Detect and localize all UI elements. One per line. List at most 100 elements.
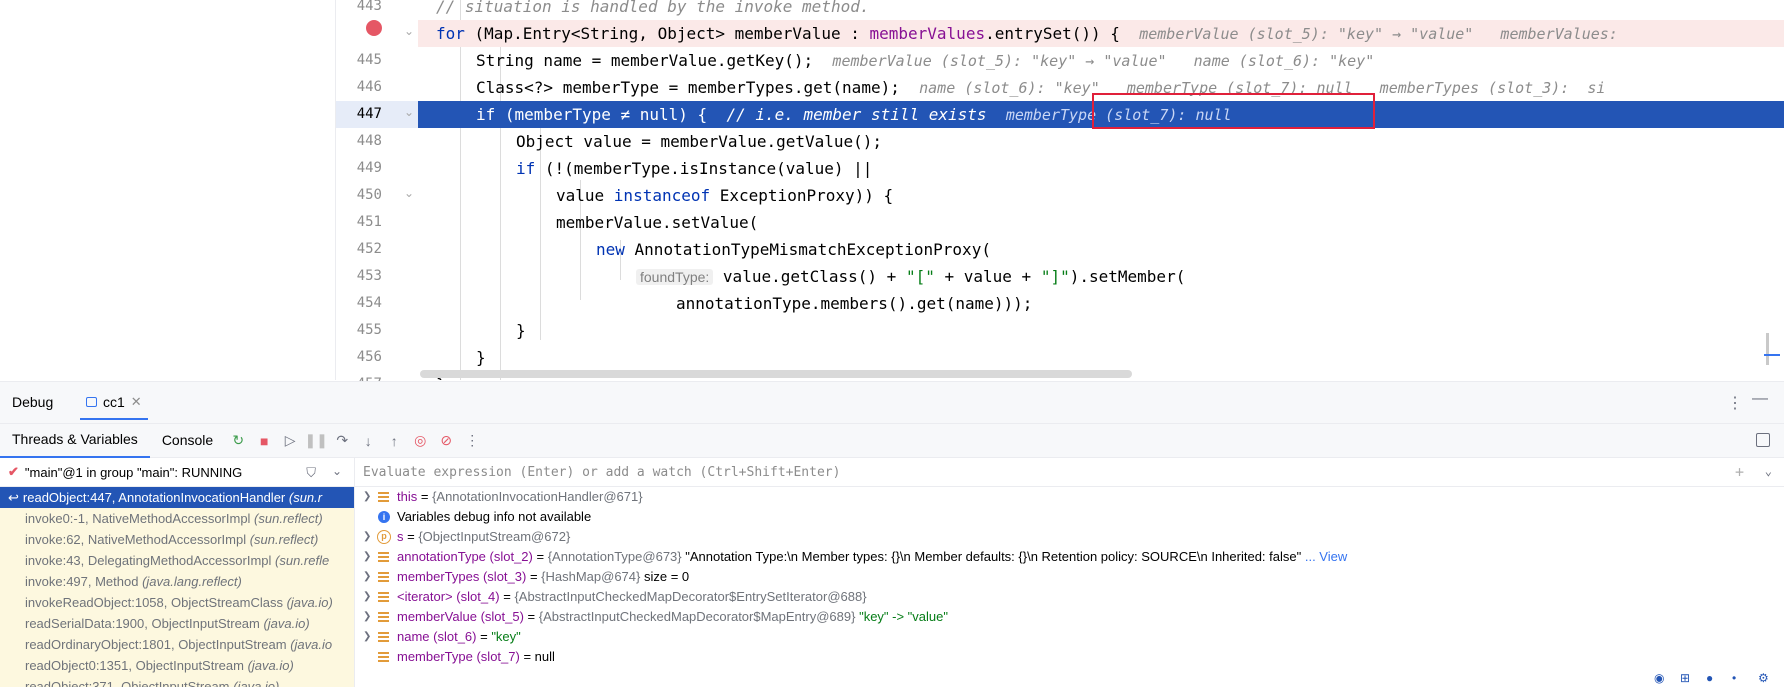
code-token: (Map.Entry<String, Object> memberValue :	[464, 24, 870, 43]
code-line[interactable]: }	[418, 317, 1784, 344]
debug-tool-window-header: Debug cc1 ✕ ⋮ —	[0, 381, 1784, 423]
frame-method: invoke:43, DelegatingMethodAccessorImpl	[25, 553, 276, 568]
expand-arrow-icon[interactable]: ❯	[363, 487, 371, 507]
stack-frame[interactable]: readOrdinaryObject:1801, ObjectInputStre…	[0, 634, 354, 655]
expand-arrow-icon[interactable]: ❯	[363, 627, 371, 647]
variable-name: memberTypes (slot_3)	[397, 569, 527, 584]
stack-frame[interactable]: invoke:497, Method (java.lang.reflect)	[0, 571, 354, 592]
fold-icon[interactable]: ⌄	[404, 105, 414, 119]
variable-row[interactable]: i Variables debug info not available	[355, 507, 1784, 527]
variable-name: name (slot_6)	[397, 629, 477, 644]
resume-icon[interactable]: ▷	[280, 431, 300, 451]
settings-icon[interactable]: ⚙	[1758, 671, 1774, 685]
code-line[interactable]: Object value = memberValue.getValue();	[418, 128, 1784, 155]
layout-settings-icon[interactable]	[1756, 433, 1770, 447]
close-icon[interactable]: ✕	[131, 394, 142, 410]
variable-name: annotationType (slot_2)	[397, 549, 533, 564]
grid-icon[interactable]: ⊞	[1680, 671, 1696, 685]
stack-frame[interactable]: readSerialData:1900, ObjectInputStream (…	[0, 613, 354, 634]
editor-vertical-scrollbar[interactable]	[1766, 333, 1769, 365]
variable-row[interactable]: ❯ name (slot_6) = "key"	[355, 627, 1784, 647]
code-token: Object value = memberValue.getValue();	[516, 132, 883, 151]
session-tab-label: cc1	[103, 394, 125, 410]
variable-row[interactable]: ❯ p s = {ObjectInputStream@672}	[355, 527, 1784, 547]
code-token: if	[476, 105, 496, 124]
step-over-icon[interactable]: ↷	[332, 431, 352, 451]
step-out-icon[interactable]: ↑	[384, 431, 404, 451]
code-token: }	[516, 321, 526, 340]
expand-arrow-icon[interactable]: ❯	[363, 567, 371, 587]
user-icon[interactable]: ●	[1706, 671, 1722, 685]
expand-arrow-icon[interactable]: ❯	[363, 587, 371, 607]
line-number	[336, 20, 382, 47]
variable-row[interactable]: ❯ this = {AnnotationInvocationHandler@671…	[355, 487, 1784, 507]
debug-title: Debug	[12, 394, 54, 410]
code-line[interactable]: // situation is handled by the invoke me…	[418, 0, 1784, 20]
code-line[interactable]: value instanceof ExceptionProxy)) {	[418, 182, 1784, 209]
stack-frame[interactable]: readObject0:1351, ObjectInputStream (jav…	[0, 655, 354, 676]
code-line[interactable]: String name = memberValue.getKey(); memb…	[418, 47, 1784, 74]
code-line[interactable]: annotationType.members().get(name)));	[418, 290, 1784, 317]
stop-icon[interactable]: ■	[254, 431, 274, 451]
code-comment: // situation is handled by the invoke me…	[436, 0, 870, 16]
chevron-down-icon[interactable]: ⌄	[332, 464, 342, 478]
variables-panel: Evaluate expression (Enter) or add a wat…	[355, 458, 1784, 687]
code-line[interactable]: new AnnotationTypeMismatchExceptionProxy…	[418, 236, 1784, 263]
view-breakpoints-icon[interactable]: ◎	[410, 431, 430, 451]
mute-breakpoints-icon[interactable]: ⊘	[436, 431, 456, 451]
variable-row[interactable]: ❯ memberValue (slot_5) = {AbstractInputCh…	[355, 607, 1784, 627]
rerun-icon[interactable]: ↻	[228, 431, 248, 451]
code-line[interactable]: for (Map.Entry<String, Object> memberVal…	[418, 20, 1784, 47]
code-token: value.getClass() +	[722, 267, 906, 286]
frame-method: readOrdinaryObject:1801, ObjectInputStre…	[25, 637, 291, 652]
stack-frame[interactable]: ↩ readObject:447, AnnotationInvocationHan…	[0, 487, 354, 508]
dot-icon[interactable]: •	[1732, 671, 1748, 685]
tab-console[interactable]: Console	[150, 423, 225, 458]
variable-row[interactable]: ❯ memberTypes (slot_3) = {HashMap@674} si…	[355, 567, 1784, 587]
variable-row[interactable]: memberType (slot_7) = null	[355, 647, 1784, 667]
stack-frame[interactable]: invoke:62, NativeMethodAccessorImpl (sun…	[0, 529, 354, 550]
stack-frame[interactable]: readObject:371, ObjectInputStream (java.…	[0, 676, 354, 687]
code-token: (!(memberType.isInstance(value) ||	[535, 159, 873, 178]
code-line[interactable]: }	[418, 344, 1784, 371]
minimize-icon[interactable]: —	[1752, 390, 1768, 408]
session-tab-cc1[interactable]: cc1 ✕	[80, 386, 148, 420]
expand-arrow-icon[interactable]: ❯	[363, 527, 371, 547]
code-line[interactable]: foundType: value.getClass() + "[" + valu…	[418, 263, 1784, 290]
code-token: ).setMember(	[1069, 267, 1186, 286]
view-link[interactable]: ... View	[1301, 549, 1347, 564]
code-token: value	[556, 186, 614, 205]
chevron-down-icon[interactable]: ⌄	[1765, 464, 1772, 478]
editor-horizontal-scrollbar[interactable]	[420, 370, 1132, 378]
stack-frame[interactable]: invokeReadObject:1058, ObjectStreamClass…	[0, 592, 354, 613]
more-actions-icon[interactable]: ⋮	[462, 431, 482, 451]
line-number: 449	[356, 160, 382, 176]
input-method-icon[interactable]: ◉	[1654, 671, 1670, 685]
variable-name: memberType (slot_7)	[397, 649, 520, 664]
add-watch-icon[interactable]: +	[1735, 463, 1744, 481]
step-into-icon[interactable]: ↓	[358, 431, 378, 451]
line-number: 443	[356, 0, 382, 14]
code-editor[interactable]: // situation is handled by the invoke me…	[418, 0, 1784, 380]
variable-icon	[378, 612, 389, 622]
code-line[interactable]: memberValue.setValue(	[418, 209, 1784, 236]
variable-row[interactable]: ❯ annotationType (slot_2) = {AnnotationTy…	[355, 547, 1784, 567]
fold-icon[interactable]: ⌄	[404, 186, 414, 200]
tab-threads-variables[interactable]: Threads & Variables	[0, 423, 150, 458]
pause-icon[interactable]: ❚❚	[304, 431, 327, 451]
thread-selector[interactable]: ✔ "main"@1 in group "main": RUNNING ⛉ ⌄	[0, 458, 354, 487]
filter-icon[interactable]: ⛉	[306, 465, 316, 481]
stack-frame[interactable]: invoke:43, DelegatingMethodAccessorImpl …	[0, 550, 354, 571]
variable-row[interactable]: ❯ <iterator> (slot_4) = {AbstractInputChe…	[355, 587, 1784, 607]
thread-label: "main"@1 in group "main": RUNNING	[24, 464, 243, 480]
more-options-icon[interactable]: ⋮	[1727, 393, 1744, 413]
code-line[interactable]: if (!(memberType.isInstance(value) ||	[418, 155, 1784, 182]
variable-value: Variables debug info not available	[397, 509, 592, 524]
expand-arrow-icon[interactable]: ❯	[363, 547, 371, 567]
evaluate-expression-input[interactable]: Evaluate expression (Enter) or add a wat…	[355, 458, 1784, 487]
frame-package: (java.io)	[233, 679, 280, 687]
stack-frame[interactable]: invoke0:-1, NativeMethodAccessorImpl (su…	[0, 508, 354, 529]
fold-icon[interactable]: ⌄	[404, 24, 414, 38]
expand-arrow-icon[interactable]: ❯	[363, 607, 371, 627]
